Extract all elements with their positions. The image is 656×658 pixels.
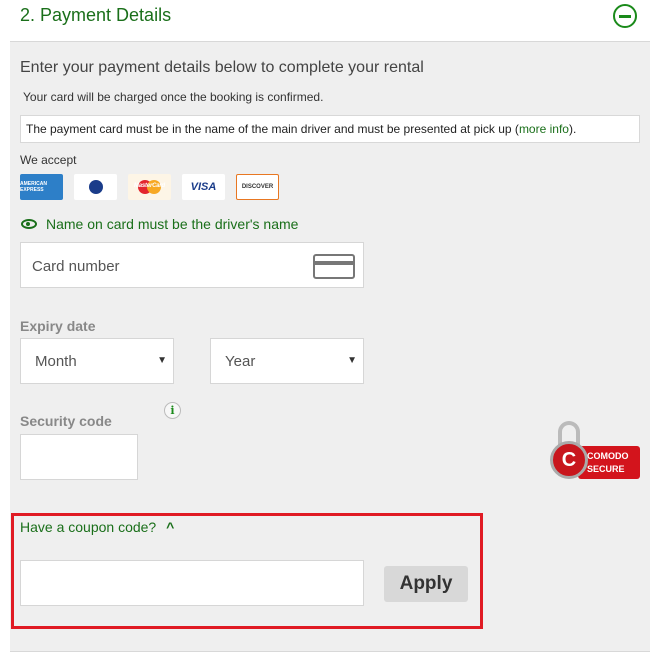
name-message: Name on card must be the driver's name — [46, 216, 299, 232]
chevron-up-icon: ^ — [166, 519, 175, 535]
comodo-secure-badge: COMODO SECURE C — [550, 421, 642, 481]
mastercard-logo: MasterCard — [128, 174, 171, 200]
notice-text: The payment card must be in the name of … — [26, 122, 519, 136]
card-number-input[interactable]: Card number — [20, 242, 364, 288]
dropdown-arrow-icon: ▼ — [347, 355, 357, 366]
expiry-label: Expiry date — [20, 318, 96, 334]
dropdown-arrow-icon: ▼ — [157, 355, 167, 366]
month-select[interactable]: Month ▼ — [20, 338, 174, 384]
coupon-label: Have a coupon code? — [20, 519, 157, 535]
notice-box: The payment card must be in the name of … — [20, 115, 640, 143]
month-value: Month — [35, 353, 77, 370]
section-title: 2. Payment Details — [20, 5, 172, 25]
diners-logo — [74, 174, 117, 200]
coupon-input[interactable] — [20, 560, 364, 606]
year-select[interactable]: Year ▼ — [210, 338, 364, 384]
year-value: Year — [225, 353, 256, 370]
more-info-link[interactable]: more info — [519, 122, 569, 136]
we-accept-label: We accept — [20, 153, 77, 167]
card-number-placeholder: Card number — [32, 258, 120, 275]
apply-button[interactable]: Apply — [384, 566, 468, 602]
credit-card-icon — [313, 254, 355, 279]
eye-icon — [21, 219, 37, 229]
notice-suffix: ). — [568, 122, 577, 136]
charge-note: Your card will be charged once the booki… — [23, 90, 324, 104]
badge-line1: COMODO — [587, 451, 629, 461]
security-code-input[interactable] — [20, 434, 138, 480]
coupon-toggle[interactable]: Have a coupon code? ^ — [20, 519, 174, 535]
discover-logo: DISCOVER — [236, 174, 279, 200]
mastercard-logo-text: MasterCard — [133, 183, 165, 189]
badge-line2: SECURE — [587, 464, 625, 474]
intro-text: Enter your payment details below to comp… — [20, 59, 424, 76]
security-code-label: Security code — [20, 413, 112, 429]
visa-logo: VISA — [182, 174, 225, 200]
collapse-icon[interactable] — [613, 4, 637, 28]
amex-logo: AMERICAN EXPRESS — [20, 174, 63, 200]
info-icon[interactable]: i — [164, 402, 181, 419]
